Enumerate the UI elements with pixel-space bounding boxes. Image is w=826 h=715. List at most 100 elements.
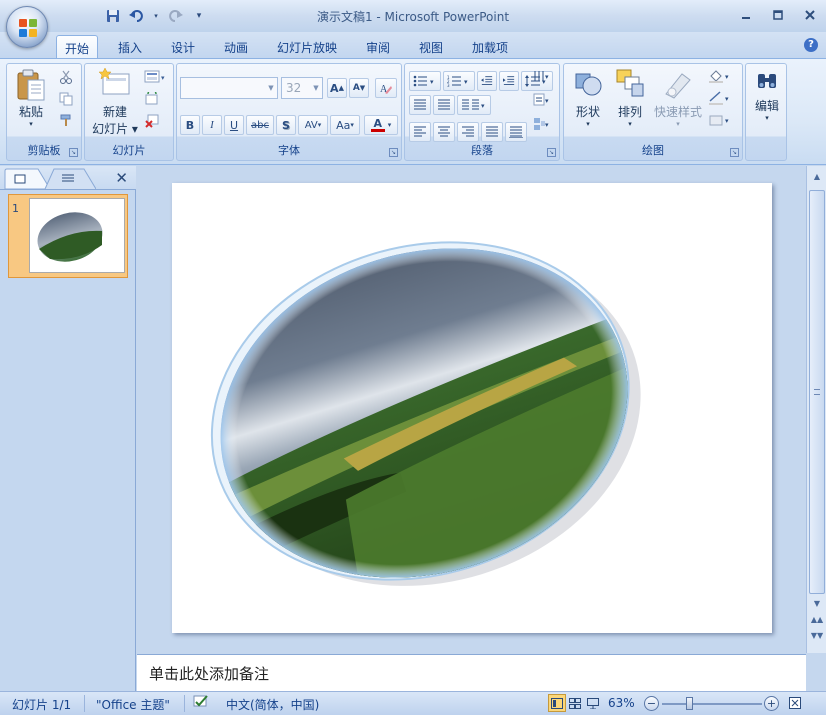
zoom-out-icon[interactable]: − bbox=[644, 696, 659, 711]
dialog-launcher-icon[interactable]: ↘ bbox=[389, 148, 398, 157]
dialog-launcher-icon[interactable]: ↘ bbox=[69, 148, 78, 157]
clipboard-group: 粘贴 ▾ 剪贴板 ↘ bbox=[6, 63, 82, 161]
chevron-down-icon: ▼ bbox=[313, 84, 319, 92]
slide-sorter-view-icon[interactable] bbox=[566, 694, 584, 712]
cut-icon[interactable] bbox=[57, 68, 75, 86]
bullets-button[interactable]: ▾ bbox=[409, 71, 441, 91]
shape-effects-icon[interactable]: ▾ bbox=[706, 111, 734, 129]
office-button[interactable] bbox=[6, 6, 48, 48]
align-right-button[interactable] bbox=[457, 122, 479, 142]
tab-add-ins[interactable]: 加载项 bbox=[464, 35, 516, 58]
reset-slide-icon[interactable] bbox=[143, 90, 161, 108]
character-spacing-button[interactable]: AV ▾ bbox=[298, 115, 328, 135]
title-bar: ▾ ▾ 演示文稿1 - Microsoft PowerPoint bbox=[0, 0, 826, 32]
clear-formatting-button[interactable]: A bbox=[375, 78, 397, 98]
new-slide-button[interactable]: 新建 幻灯片 ▾ bbox=[89, 67, 141, 137]
distributed-button[interactable] bbox=[505, 122, 527, 142]
spell-check-icon[interactable] bbox=[192, 694, 210, 713]
shape-fill-icon[interactable]: ▾ bbox=[706, 67, 734, 85]
arrange-button[interactable]: 排列 ▾ bbox=[612, 68, 648, 128]
vertical-scrollbar[interactable]: ▲ ▼ ▲▲ ▼▼ bbox=[806, 166, 826, 653]
scroll-up-icon[interactable]: ▲ bbox=[809, 169, 825, 183]
theme-name[interactable]: "Office 主题" bbox=[96, 696, 170, 713]
text-shadow-label: S bbox=[282, 118, 290, 132]
editing-group[interactable]: 编辑 ▾ bbox=[745, 63, 787, 161]
delete-slide-icon[interactable] bbox=[143, 112, 161, 130]
slide-thumbnail[interactable] bbox=[8, 194, 128, 278]
tab-design[interactable]: 设计 bbox=[163, 35, 203, 58]
chevron-down-icon: ▾ bbox=[676, 120, 680, 128]
tab-slide-show[interactable]: 幻灯片放映 bbox=[269, 35, 345, 58]
oval-picture[interactable] bbox=[172, 183, 772, 633]
increase-indent-button[interactable] bbox=[499, 71, 519, 91]
shapes-button[interactable]: 形状 ▾ bbox=[570, 68, 606, 128]
tab-review[interactable]: 审阅 bbox=[358, 35, 398, 58]
notes-pane[interactable]: 单击此处添加备注 bbox=[137, 654, 806, 691]
next-slide-icon[interactable]: ▼▼ bbox=[809, 628, 825, 642]
numbering-button[interactable]: 1 2 3 ▾ bbox=[443, 71, 475, 91]
slides-pane: ✕ 1 bbox=[0, 166, 136, 691]
smartart-icon[interactable]: ▾ bbox=[531, 115, 553, 133]
font-size-combo[interactable]: 32 ▼ bbox=[281, 77, 323, 99]
font-color-label: A bbox=[373, 117, 382, 130]
shrink-font-button[interactable]: A ▼ bbox=[349, 78, 369, 98]
zoom-thumb[interactable] bbox=[686, 697, 693, 710]
help-icon[interactable]: ? bbox=[804, 38, 818, 52]
language-indicator[interactable]: 中文(简体，中国) bbox=[226, 696, 319, 713]
svg-text:▾: ▾ bbox=[725, 95, 729, 103]
quick-styles-button[interactable]: 快速样式 ▾ bbox=[652, 68, 704, 128]
dialog-launcher-icon[interactable]: ↘ bbox=[730, 148, 739, 157]
format-painter-icon[interactable] bbox=[57, 112, 75, 130]
zoom-slider[interactable] bbox=[662, 703, 762, 705]
underline-button[interactable]: U bbox=[224, 115, 244, 135]
tab-insert[interactable]: 插入 bbox=[110, 35, 150, 58]
strikethrough-button[interactable]: abc bbox=[246, 115, 274, 135]
layout-icon[interactable]: ▾ bbox=[143, 68, 167, 86]
quick-styles-label: 快速样式 bbox=[653, 105, 702, 119]
align-center-button[interactable] bbox=[433, 122, 455, 142]
fit-to-window-icon[interactable] bbox=[786, 694, 804, 712]
align-left-button[interactable] bbox=[409, 122, 431, 142]
normal-view-icon[interactable] bbox=[548, 694, 566, 712]
binoculars-icon bbox=[755, 70, 779, 94]
shape-outline-icon[interactable]: ▾ bbox=[706, 89, 734, 107]
tab-outline[interactable] bbox=[44, 168, 96, 190]
paragraph-group: ▾ 1 2 3 ▾ ▾ ▾ ▾ ▾ ▾ 段落 ↘ bbox=[404, 63, 560, 161]
align-text-button[interactable] bbox=[433, 95, 455, 115]
maximize-button[interactable] bbox=[762, 0, 794, 30]
align-text-vertical-icon[interactable]: ▾ bbox=[531, 91, 553, 109]
shrink-font-label: A bbox=[352, 83, 360, 93]
text-shadow-button[interactable]: S bbox=[276, 115, 296, 135]
change-case-button[interactable]: Aa ▾ bbox=[330, 115, 360, 135]
arrange-label: 排列 bbox=[617, 105, 642, 119]
scroll-thumb[interactable] bbox=[809, 190, 825, 594]
italic-button[interactable]: I bbox=[202, 115, 222, 135]
copy-icon[interactable] bbox=[57, 90, 75, 108]
slide-show-view-icon[interactable] bbox=[584, 694, 602, 712]
editing-button[interactable]: 编辑 ▾ bbox=[749, 70, 785, 122]
decrease-indent-button[interactable] bbox=[477, 71, 497, 91]
font-name-combo[interactable]: ▼ bbox=[180, 77, 278, 99]
minimize-button[interactable] bbox=[730, 0, 762, 30]
paste-button[interactable]: 粘贴 ▾ bbox=[13, 68, 49, 128]
close-icon[interactable]: ✕ bbox=[115, 169, 128, 187]
slide-canvas[interactable] bbox=[172, 183, 772, 633]
scroll-down-icon[interactable]: ▼ bbox=[809, 596, 825, 610]
zoom-level[interactable]: 63% bbox=[608, 696, 635, 710]
text-direction-button[interactable] bbox=[409, 95, 431, 115]
font-color-button[interactable]: A ▾ bbox=[364, 115, 398, 135]
convert-to-smartart-icon[interactable]: ▾ bbox=[531, 67, 553, 85]
tab-animations[interactable]: 动画 bbox=[216, 35, 256, 58]
bold-button[interactable]: B bbox=[180, 115, 200, 135]
tab-view[interactable]: 视图 bbox=[411, 35, 451, 58]
columns-button[interactable]: ▾ bbox=[457, 95, 491, 115]
dialog-launcher-icon[interactable]: ↘ bbox=[547, 148, 556, 157]
svg-text:▾: ▾ bbox=[725, 117, 729, 125]
tab-home[interactable]: 开始 bbox=[56, 35, 99, 58]
close-button[interactable] bbox=[794, 0, 826, 30]
previous-slide-icon[interactable]: ▲▲ bbox=[809, 612, 825, 626]
justify-button[interactable] bbox=[481, 122, 503, 142]
zoom-in-icon[interactable]: + bbox=[764, 696, 779, 711]
notes-placeholder[interactable]: 单击此处添加备注 bbox=[149, 663, 269, 684]
grow-font-button[interactable]: A ▲ bbox=[327, 78, 347, 98]
